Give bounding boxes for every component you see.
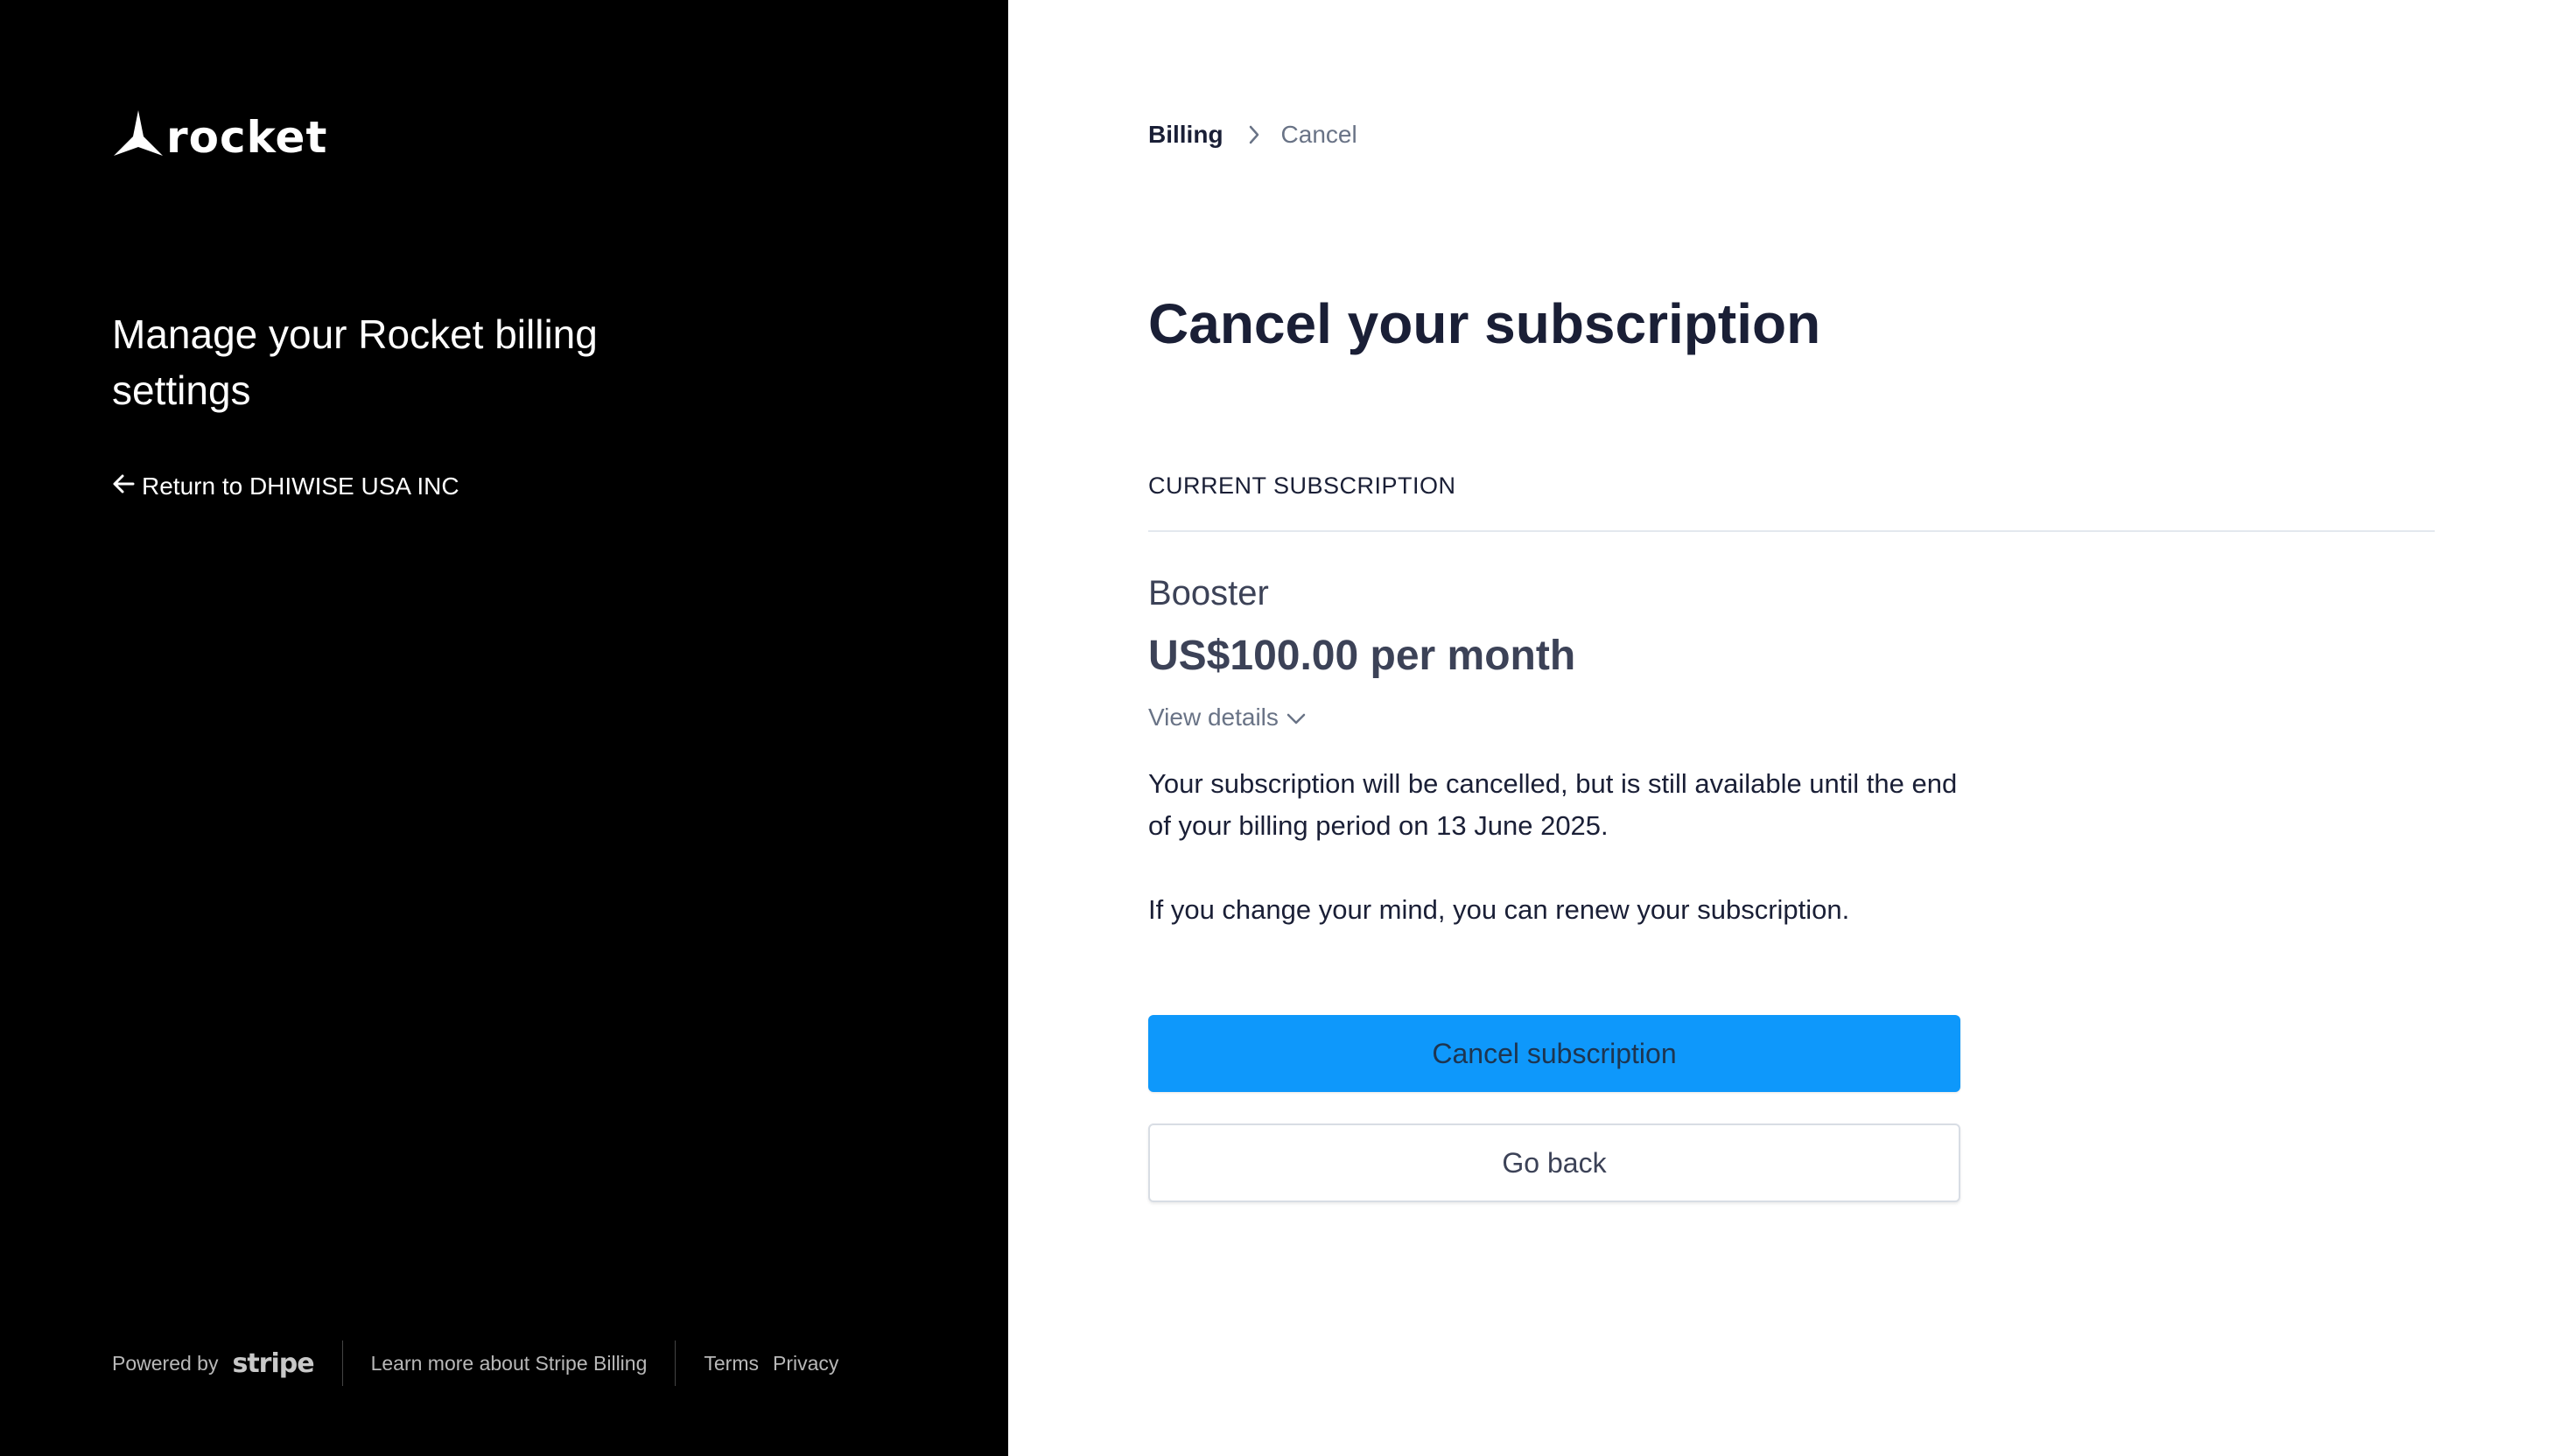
footer-divider (675, 1340, 677, 1386)
return-link[interactable]: Return to DHIWISE USA INC (112, 472, 459, 500)
view-details-toggle[interactable]: View details (1148, 704, 1307, 732)
chevron-down-icon (1279, 704, 1307, 732)
page-title: Cancel your subscription (1148, 292, 1821, 355)
rocket-logo-icon (112, 110, 165, 159)
learn-more-link[interactable]: Learn more about Stripe Billing (371, 1352, 648, 1376)
terms-link[interactable]: Terms (704, 1352, 759, 1376)
breadcrumb-billing[interactable]: Billing (1148, 121, 1223, 149)
billing-tagline: Manage your Rocket billing settings (112, 312, 598, 413)
return-link-label: Return to DHIWISE USA INC (142, 472, 459, 500)
footer: Powered by stripe Learn more about Strip… (112, 1340, 838, 1386)
footer-divider (341, 1340, 343, 1386)
powered-by-label: Powered by (112, 1351, 219, 1375)
privacy-link[interactable]: Privacy (773, 1352, 838, 1376)
cancellation-notice: Your subscription will be cancelled, but… (1148, 768, 1958, 841)
renew-note: If you change your mind, you can renew y… (1148, 894, 1850, 925)
branding-panel: rocket Manage your Rocket billing settin… (0, 0, 1008, 1456)
rocket-logo: rocket (112, 110, 327, 159)
breadcrumb: Billing Cancel (1148, 121, 1357, 149)
chevron-right-icon (1248, 124, 1260, 145)
arrow-left-icon (112, 472, 142, 500)
section-divider (1148, 530, 2435, 532)
logo-wordmark: rocket (166, 112, 328, 163)
section-label: CURRENT SUBSCRIPTION (1148, 472, 1456, 499)
plan-name: Booster (1148, 574, 1269, 612)
cancel-subscription-button[interactable]: Cancel subscription (1148, 1015, 1960, 1092)
go-back-button[interactable]: Go back (1148, 1124, 1960, 1202)
powered-by-stripe-link[interactable]: Powered by stripe (112, 1348, 315, 1379)
plan-price: US$100.00 per month (1148, 633, 1576, 679)
breadcrumb-current: Cancel (1280, 121, 1357, 148)
view-details-label: View details (1148, 704, 1279, 731)
stripe-logo: stripe (232, 1348, 314, 1379)
